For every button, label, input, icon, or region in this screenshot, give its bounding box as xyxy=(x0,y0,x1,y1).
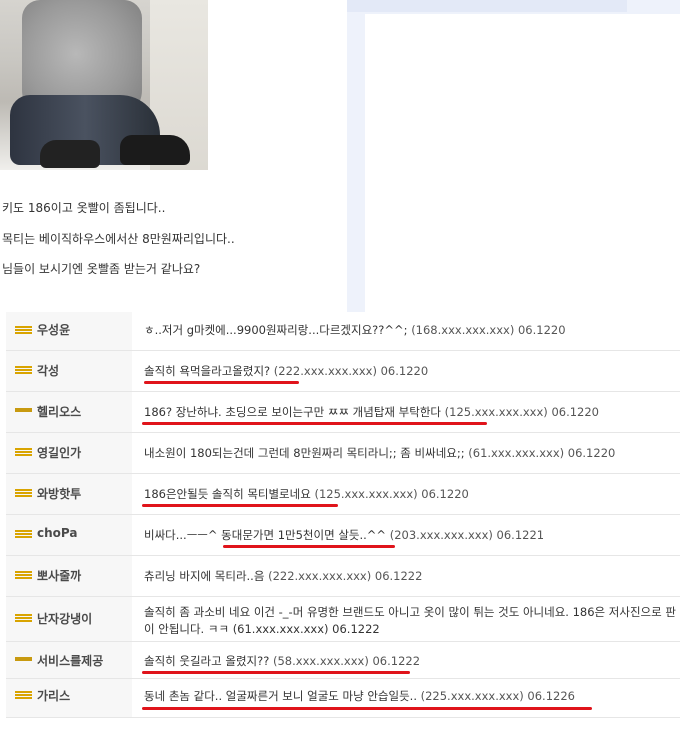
comment-row: choPa 비싸다...ㅡㅡ^ 동대문가면 1만5천이면 살듯..^^ (203… xyxy=(6,515,680,556)
comment-row: 우성윤 ㅎ..저거 g마켓에...9900원짜리랑...다르겠지요??^^; (… xyxy=(6,312,680,351)
comment-row: 와방핫투 186은안될듯 솔직히 목티별로네요 (125.xxx.xxx.xxx… xyxy=(6,474,680,515)
post-line-3: 님들이 보시기엔 옷빨좀 받는거 같나요? xyxy=(2,262,201,276)
comment-row: 난자강냉이 솔직히 좀 과소비 네요 이건 -_-머 유명한 브랜드도 아니고 … xyxy=(6,597,680,642)
comment-text: 186은안될듯 솔직히 목티별로네요 (125.xxx.xxx.xxx) 06.… xyxy=(144,487,469,501)
post-photo xyxy=(0,0,208,170)
highlight-underline xyxy=(142,422,487,425)
comment-text: 내소원이 180되는건데 그런데 8만원짜리 목티라니;; 좀 비싸네요;; (… xyxy=(144,446,616,460)
comment-row: 뽀사줄까 츄리닝 바지에 목티라..음 (222.xxx.xxx.xxx) 06… xyxy=(6,556,680,597)
comment-text: 186? 장난하냐. 초딩으로 보이는구만 ㅉㅉ 개념탑재 부탁한다 (125.… xyxy=(144,405,599,419)
member-level-icon xyxy=(15,571,32,579)
comment-row: 가리스 동네 촌놈 같다.. 얼굴짜른거 보니 얼굴도 마냥 안습일듯.. (2… xyxy=(6,679,680,718)
member-level-icon xyxy=(15,530,32,538)
member-level-icon xyxy=(15,691,32,699)
post-line-2: 목티는 베이직하우스에서산 8만원짜리입니다.. xyxy=(2,232,235,246)
comment-text: 솔직히 욕먹을라고올렸지? (222.xxx.xxx.xxx) 06.1220 xyxy=(144,364,429,378)
comment-text: 동네 촌놈 같다.. 얼굴짜른거 보니 얼굴도 마냥 안습일듯.. (225.x… xyxy=(144,689,575,703)
side-panel xyxy=(347,0,680,312)
comment-text: 솔직히 좀 과소비 네요 이건 -_-머 유명한 브랜드도 아니고 옷이 많이 … xyxy=(144,605,676,619)
comment-nickname[interactable]: 서비스를제공 xyxy=(37,652,103,669)
highlight-underline xyxy=(142,707,592,710)
highlight-underline xyxy=(223,545,395,548)
member-level-icon xyxy=(15,489,32,497)
member-level-icon xyxy=(15,614,32,622)
comment-nickname[interactable]: 난자강냉이 xyxy=(37,610,92,627)
comment-row: 헬리오스 186? 장난하냐. 초딩으로 보이는구만 ㅉㅉ 개념탑재 부탁한다 … xyxy=(6,392,680,433)
comment-text-continued: 이 안됩니다. ㅋㅋ (61.xxx.xxx.xxx) 06.1222 xyxy=(144,622,380,636)
comment-row: 각성 솔직히 욕먹을라고올렸지? (222.xxx.xxx.xxx) 06.12… xyxy=(6,351,680,392)
comment-text: 츄리닝 바지에 목티라..음 (222.xxx.xxx.xxx) 06.1222 xyxy=(144,569,423,583)
comment-row: 영길인가 내소원이 180되는건데 그런데 8만원짜리 목티라니;; 좀 비싸네… xyxy=(6,433,680,474)
comment-row: 서비스를제공 솔직히 웃길라고 올렸지?? (58.xxx.xxx.xxx) 0… xyxy=(6,642,680,679)
post-line-1: 키도 186이고 옷빨이 좀됩니다.. xyxy=(2,201,166,215)
comment-nickname[interactable]: 뽀사줄까 xyxy=(37,567,81,584)
highlight-underline xyxy=(144,381,299,384)
comment-nickname[interactable]: 우성윤 xyxy=(37,321,70,338)
comment-text: ㅎ..저거 g마켓에...9900원짜리랑...다르겠지요??^^; (168.… xyxy=(144,323,566,337)
member-level-icon xyxy=(15,657,32,661)
member-level-icon xyxy=(15,366,32,374)
member-level-icon xyxy=(15,408,32,412)
highlight-underline xyxy=(142,504,338,507)
highlight-underline xyxy=(142,671,410,674)
comment-nickname[interactable]: choPa xyxy=(37,526,77,540)
comment-nickname[interactable]: 와방핫투 xyxy=(37,485,81,502)
member-level-icon xyxy=(15,448,32,456)
comment-nickname[interactable]: 가리스 xyxy=(37,687,70,704)
comment-nickname[interactable]: 헬리오스 xyxy=(37,403,81,420)
comment-text: 비싸다...ㅡㅡ^ 동대문가면 1만5천이면 살듯..^^ (203.xxx.x… xyxy=(144,528,545,542)
comment-nickname[interactable]: 각성 xyxy=(37,362,59,379)
member-level-icon xyxy=(15,326,32,334)
comment-nickname[interactable]: 영길인가 xyxy=(37,444,81,461)
comment-text: 솔직히 웃길라고 올렸지?? (58.xxx.xxx.xxx) 06.1222 xyxy=(144,654,421,668)
